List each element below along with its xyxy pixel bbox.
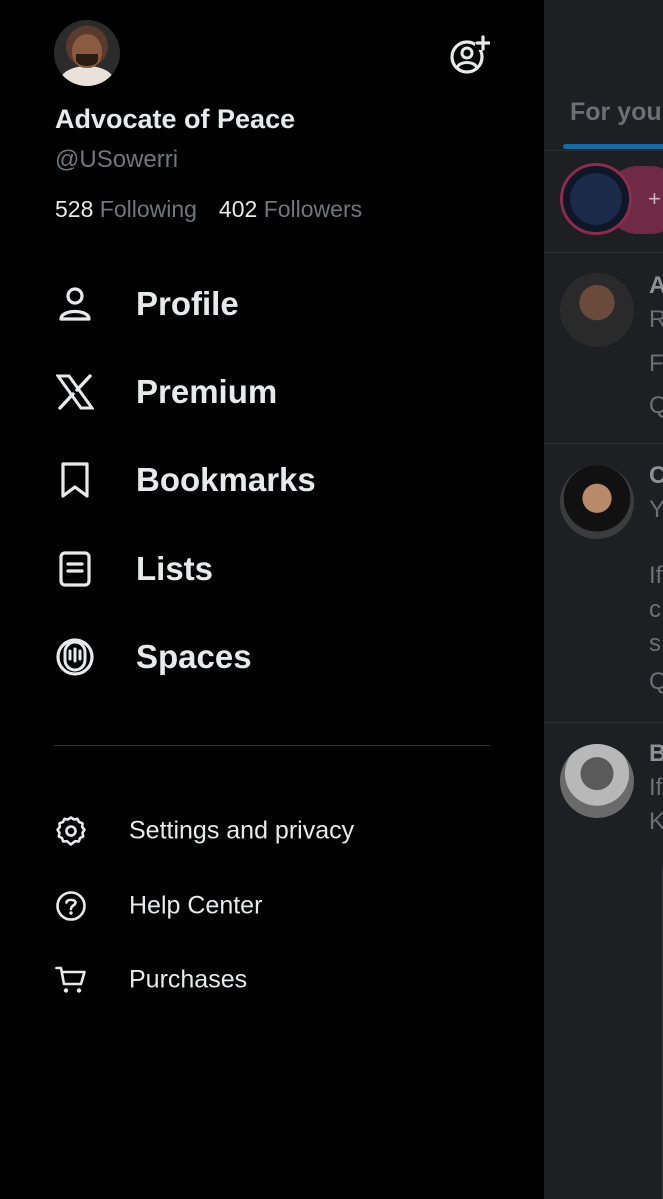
- nav-label-bookmarks: Bookmarks: [136, 461, 316, 498]
- list-icon: [55, 549, 95, 589]
- stories-divider: [544, 252, 663, 253]
- tab-divider: [544, 150, 663, 151]
- add-account-icon: [450, 35, 491, 74]
- side-drawer: Advocate of Peace @USowerri 528 Followin…: [0, 0, 544, 1199]
- post-action-fragment: Q: [649, 392, 663, 419]
- nav-divider: [54, 745, 490, 746]
- post-text-fragment: c: [649, 596, 661, 623]
- display-name[interactable]: Advocate of Peace: [55, 104, 295, 135]
- nav-label-settings: Settings and privacy: [129, 816, 355, 845]
- gear-icon: [55, 815, 87, 847]
- nav-item-settings-and-privacy[interactable]: Settings and privacy: [0, 801, 544, 861]
- following-label: Following: [99, 196, 197, 222]
- nav-item-spaces[interactable]: Spaces: [0, 617, 544, 697]
- avatar-beard: [76, 54, 98, 66]
- post-divider: [544, 443, 663, 444]
- post-author-fragment: C: [649, 462, 663, 489]
- following-count: 528: [55, 196, 94, 222]
- post-text-fragment: F: [649, 350, 663, 377]
- timeline-backdrop[interactable]: For you + A R F Q C Y If c s Q B If K: [544, 0, 663, 1199]
- post-avatar[interactable]: [560, 744, 634, 818]
- follow-stats: 528 Following 402 Followers: [55, 196, 362, 223]
- avatar[interactable]: [54, 20, 120, 86]
- story-plus-label: +: [648, 186, 661, 211]
- post-text-fragment: Y: [649, 496, 663, 523]
- nav-item-premium[interactable]: Premium: [0, 352, 544, 432]
- user-handle: @USowerri: [55, 146, 179, 173]
- followers-stat[interactable]: 402 Followers: [219, 196, 362, 223]
- add-account-button[interactable]: [448, 34, 491, 76]
- post-text-fragment: K: [649, 808, 663, 835]
- cart-icon: [55, 964, 87, 996]
- x-logo-icon: [55, 372, 95, 412]
- post-avatar[interactable]: [560, 273, 634, 347]
- post-text-fragment: s: [649, 630, 661, 657]
- help-icon: [55, 890, 87, 922]
- followers-label: Followers: [263, 196, 363, 222]
- nav-item-profile[interactable]: Profile: [0, 264, 544, 344]
- followers-count: 402: [218, 196, 258, 222]
- nav-item-bookmarks[interactable]: Bookmarks: [0, 440, 544, 520]
- post-text-fragment: If: [649, 774, 663, 801]
- post-text-fragment: If: [649, 562, 663, 589]
- tab-for-you[interactable]: For you: [570, 98, 662, 127]
- nav-label-profile: Profile: [136, 285, 239, 322]
- spaces-mic-icon: [55, 637, 95, 677]
- nav-item-help-center[interactable]: Help Center: [0, 876, 544, 936]
- tab-indicator: [563, 144, 663, 149]
- nav-label-purchases: Purchases: [129, 965, 248, 994]
- nav-item-purchases[interactable]: Purchases: [0, 950, 544, 1010]
- avatar-shirt: [60, 66, 114, 86]
- post-author-fragment: A: [649, 272, 663, 299]
- post-avatar[interactable]: [560, 465, 634, 539]
- post-divider: [544, 722, 663, 723]
- app-root: For you + A R F Q C Y If c s Q B If K Ad…: [0, 0, 663, 1199]
- bookmark-icon: [55, 460, 95, 500]
- story-avatar[interactable]: [560, 163, 632, 235]
- post-action-fragment: Q: [649, 668, 663, 695]
- post-author-fragment: B: [649, 740, 663, 767]
- post-text-fragment: R: [649, 306, 663, 333]
- nav-label-premium: Premium: [136, 373, 278, 410]
- nav-label-help-center: Help Center: [129, 891, 263, 920]
- nav-label-lists: Lists: [136, 550, 214, 587]
- nav-label-spaces: Spaces: [136, 638, 252, 675]
- following-stat[interactable]: 528 Following: [55, 196, 197, 223]
- person-icon: [55, 284, 95, 324]
- nav-item-lists[interactable]: Lists: [0, 529, 544, 609]
